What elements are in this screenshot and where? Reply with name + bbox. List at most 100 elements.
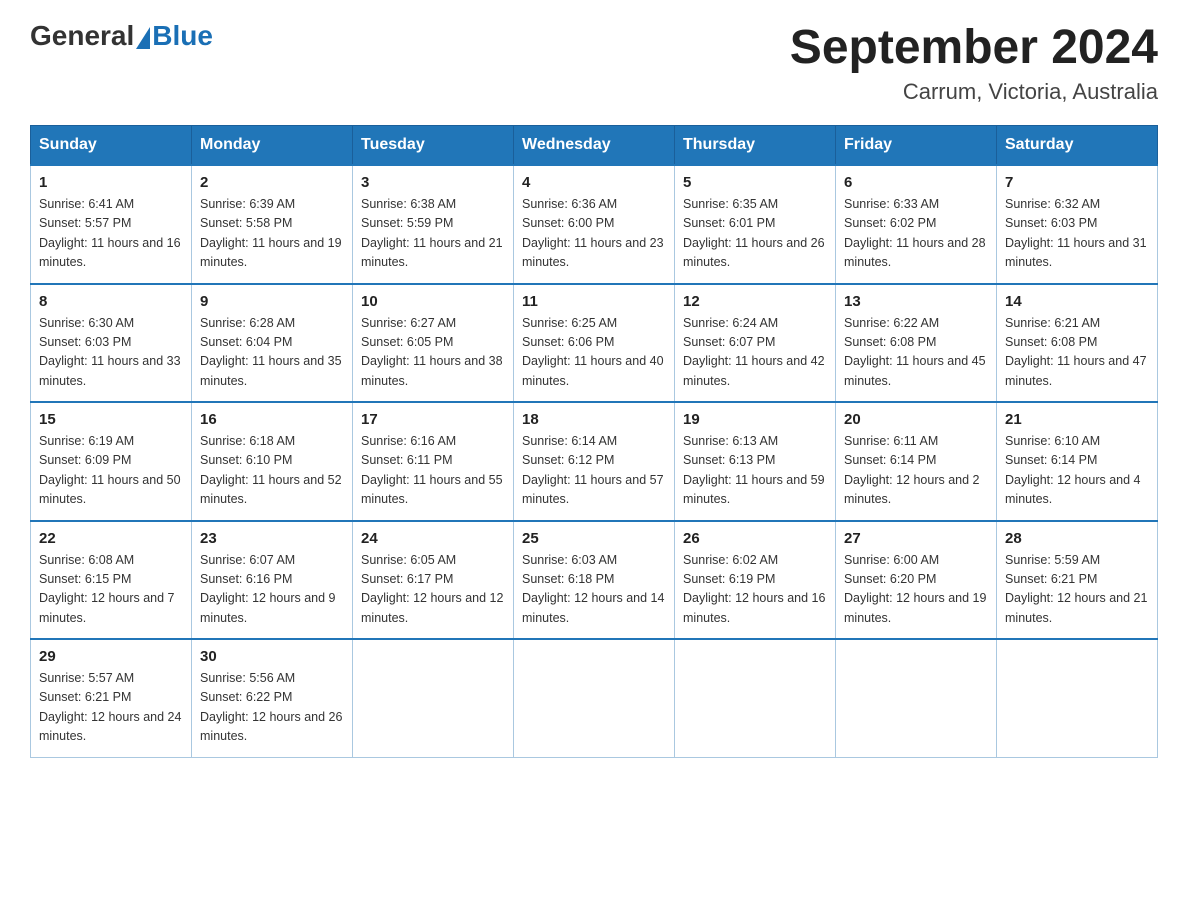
daylight-line: Daylight: 11 hours and 45 minutes. xyxy=(844,354,986,387)
calendar-cell: 13 Sunrise: 6:22 AM Sunset: 6:08 PM Dayligh… xyxy=(836,284,997,403)
calendar-cell: 16Sunrise: 6:18 AMSunset: 6:10 PMDayligh… xyxy=(192,402,353,521)
sunrise-line: Sunrise: 6:14 AM xyxy=(522,434,617,448)
sunrise-line: Sunrise: 6:36 AM xyxy=(522,197,617,211)
day-number: 2 xyxy=(200,174,344,191)
sunrise-line: Sunrise: 6:19 AM xyxy=(39,434,134,448)
sunset-line: Sunset: 6:08 PM xyxy=(844,335,936,349)
day-number: 23 xyxy=(200,530,344,547)
sunrise-line: Sunrise: 6:05 AM xyxy=(361,553,456,567)
sunrise-line: Sunrise: 6:41 AM xyxy=(39,197,134,211)
calendar-table: SundayMondayTuesdayWednesdayThursdayFrid… xyxy=(30,125,1158,758)
daylight-line: Daylight: 11 hours and 59 minutes. xyxy=(683,473,825,506)
weekday-header-sunday: Sunday xyxy=(31,126,192,166)
daylight-line: Daylight: 11 hours and 40 minutes. xyxy=(522,354,664,387)
sunrise-line: Sunrise: 6:39 AM xyxy=(200,197,295,211)
sunset-line: Sunset: 6:05 PM xyxy=(361,335,453,349)
calendar-cell xyxy=(836,639,997,757)
day-number: 21 xyxy=(1005,411,1149,428)
cell-info: Sunrise: 6:30 AMSunset: 6:03 PMDaylight:… xyxy=(39,314,183,392)
sunrise-line: Sunrise: 5:57 AM xyxy=(39,671,134,685)
sunset-line: Sunset: 6:02 PM xyxy=(844,216,936,230)
sunset-line: Sunset: 5:59 PM xyxy=(361,216,453,230)
day-number: 27 xyxy=(844,530,988,547)
calendar-cell: 18Sunrise: 6:14 AMSunset: 6:12 PMDayligh… xyxy=(514,402,675,521)
cell-info: Sunrise: 6:33 AMSunset: 6:02 PMDaylight:… xyxy=(844,195,988,273)
daylight-line: Daylight: 12 hours and 14 minutes. xyxy=(522,591,664,624)
cell-info: Sunrise: 6:41 AMSunset: 5:57 PMDaylight:… xyxy=(39,195,183,273)
weekday-header-saturday: Saturday xyxy=(997,126,1158,166)
sunrise-line: Sunrise: 6:32 AM xyxy=(1005,197,1100,211)
calendar-cell: 10Sunrise: 6:27 AMSunset: 6:05 PMDayligh… xyxy=(353,284,514,403)
calendar-cell: 12Sunrise: 6:24 AMSunset: 6:07 PMDayligh… xyxy=(675,284,836,403)
sunrise-line: Sunrise: 6:35 AM xyxy=(683,197,778,211)
cell-info: Sunrise: 6:16 AMSunset: 6:11 PMDaylight:… xyxy=(361,432,505,510)
daylight-line: Daylight: 12 hours and 2 minutes. xyxy=(844,473,980,506)
cell-info: Sunrise: 6:19 AMSunset: 6:09 PMDaylight:… xyxy=(39,432,183,510)
sunrise-line: Sunrise: 5:59 AM xyxy=(1005,553,1100,567)
cell-info: Sunrise: 5:59 AMSunset: 6:21 PMDaylight:… xyxy=(1005,551,1149,629)
day-number: 6 xyxy=(844,174,988,191)
cell-info: Sunrise: 6:00 AMSunset: 6:20 PMDaylight:… xyxy=(844,551,988,629)
sunrise-line: Sunrise: 6:21 AM xyxy=(1005,316,1100,330)
cell-info: Sunrise: 6:22 AM Sunset: 6:08 PM Daylight:… xyxy=(844,314,988,392)
daylight-line: Daylight: 11 hours and 38 minutes. xyxy=(361,354,503,387)
daylight-line: Daylight: 12 hours and 12 minutes. xyxy=(361,591,503,624)
calendar-week-row: 1Sunrise: 6:41 AMSunset: 5:57 PMDaylight… xyxy=(31,165,1158,284)
calendar-cell xyxy=(514,639,675,757)
cell-info: Sunrise: 6:07 AMSunset: 6:16 PMDaylight:… xyxy=(200,551,344,629)
day-number: 28 xyxy=(1005,530,1149,547)
calendar-cell: 28Sunrise: 5:59 AMSunset: 6:21 PMDayligh… xyxy=(997,521,1158,640)
sunset-line: Sunset: 5:58 PM xyxy=(200,216,292,230)
location-subtitle: Carrum, Victoria, Australia xyxy=(790,79,1158,105)
daylight-line: Daylight: 11 hours and 33 minutes. xyxy=(39,354,181,387)
day-number: 29 xyxy=(39,648,183,665)
cell-info: Sunrise: 6:10 AMSunset: 6:14 PMDaylight:… xyxy=(1005,432,1149,510)
day-number: 8 xyxy=(39,293,183,310)
sunset-line: Sunset: 6:08 PM xyxy=(1005,335,1097,349)
month-year-title: September 2024 xyxy=(790,20,1158,75)
calendar-header-row: SundayMondayTuesdayWednesdayThursdayFrid… xyxy=(31,126,1158,166)
daylight-line: Daylight: 12 hours and 19 minutes. xyxy=(844,591,986,624)
calendar-cell xyxy=(997,639,1158,757)
sunrise-line: Sunrise: 6:16 AM xyxy=(361,434,456,448)
sunset-line: Sunset: 6:03 PM xyxy=(39,335,131,349)
sunset-line: Sunset: 6:14 PM xyxy=(844,453,936,467)
daylight-line: Daylight: 11 hours and 21 minutes. xyxy=(361,236,503,269)
day-number: 25 xyxy=(522,530,666,547)
sunset-line: Sunset: 6:00 PM xyxy=(522,216,614,230)
day-number: 9 xyxy=(200,293,344,310)
weekday-header-tuesday: Tuesday xyxy=(353,126,514,166)
calendar-cell: 19Sunrise: 6:13 AMSunset: 6:13 PMDayligh… xyxy=(675,402,836,521)
sunset-line: Sunset: 6:21 PM xyxy=(1005,572,1097,586)
calendar-cell: 9Sunrise: 6:28 AMSunset: 6:04 PMDaylight… xyxy=(192,284,353,403)
daylight-line: Daylight: 11 hours and 42 minutes. xyxy=(683,354,825,387)
sunset-line: Sunset: 6:19 PM xyxy=(683,572,775,586)
calendar-cell: 30Sunrise: 5:56 AMSunset: 6:22 PMDayligh… xyxy=(192,639,353,757)
calendar-cell: 15Sunrise: 6:19 AMSunset: 6:09 PMDayligh… xyxy=(31,402,192,521)
sunset-line: Sunset: 6:15 PM xyxy=(39,572,131,586)
calendar-cell: 25Sunrise: 6:03 AMSunset: 6:18 PMDayligh… xyxy=(514,521,675,640)
cell-info: Sunrise: 6:14 AMSunset: 6:12 PMDaylight:… xyxy=(522,432,666,510)
weekday-header-wednesday: Wednesday xyxy=(514,126,675,166)
title-section: September 2024 Carrum, Victoria, Austral… xyxy=(790,20,1158,105)
day-number: 10 xyxy=(361,293,505,310)
calendar-cell: 5Sunrise: 6:35 AMSunset: 6:01 PMDaylight… xyxy=(675,165,836,284)
day-number: 26 xyxy=(683,530,827,547)
day-number: 13 xyxy=(844,293,988,310)
sunrise-line: Sunrise: 6:22 AM xyxy=(844,316,939,330)
calendar-cell: 3Sunrise: 6:38 AMSunset: 5:59 PMDaylight… xyxy=(353,165,514,284)
day-number: 22 xyxy=(39,530,183,547)
day-number: 30 xyxy=(200,648,344,665)
cell-info: Sunrise: 6:38 AMSunset: 5:59 PMDaylight:… xyxy=(361,195,505,273)
calendar-cell: 1Sunrise: 6:41 AMSunset: 5:57 PMDaylight… xyxy=(31,165,192,284)
day-number: 16 xyxy=(200,411,344,428)
cell-info: Sunrise: 5:57 AMSunset: 6:21 PMDaylight:… xyxy=(39,669,183,747)
daylight-line: Daylight: 11 hours and 47 minutes. xyxy=(1005,354,1147,387)
sunrise-line: Sunrise: 6:08 AM xyxy=(39,553,134,567)
cell-info: Sunrise: 6:39 AMSunset: 5:58 PMDaylight:… xyxy=(200,195,344,273)
calendar-cell xyxy=(353,639,514,757)
calendar-week-row: 8 Sunrise: 6:30 AMSunset: 6:03 PMDaylight… xyxy=(31,284,1158,403)
sunrise-line: Sunrise: 6:07 AM xyxy=(200,553,295,567)
sunrise-line: Sunrise: 6:33 AM xyxy=(844,197,939,211)
sunrise-line: Sunrise: 6:13 AM xyxy=(683,434,778,448)
